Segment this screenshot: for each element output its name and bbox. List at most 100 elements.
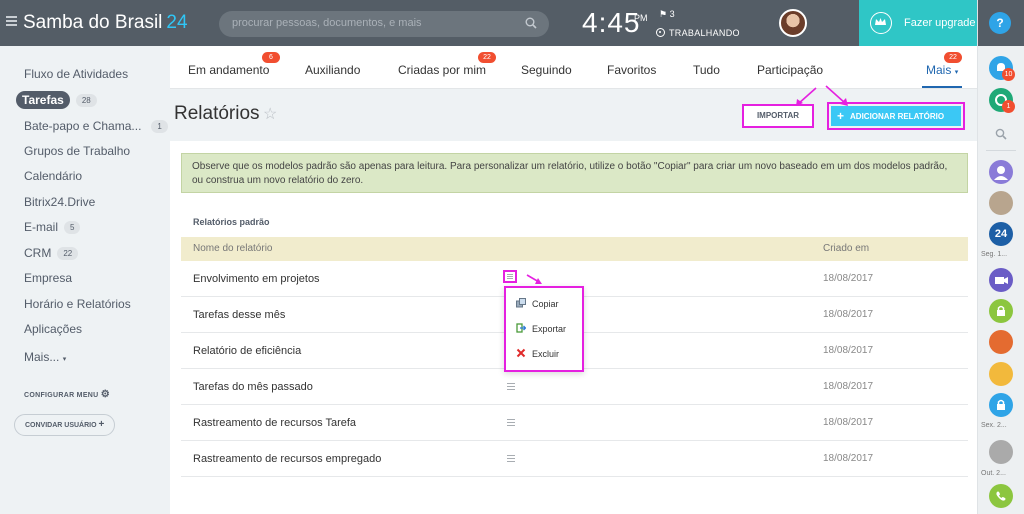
search-placeholder: procurar pessoas, documentos, e mais bbox=[232, 17, 422, 29]
tasks-count: 28 bbox=[75, 94, 97, 107]
report-date: 18/08/2017 bbox=[823, 309, 874, 320]
tab-participation[interactable]: Participação bbox=[757, 63, 823, 77]
column-header-name[interactable]: Nome do relatório bbox=[193, 243, 272, 254]
report-name[interactable]: Tarefas do mês passado bbox=[193, 381, 313, 393]
report-date: 18/08/2017 bbox=[823, 345, 874, 356]
close-icon bbox=[516, 348, 526, 358]
sidebar-item-activity[interactable]: Fluxo de Atividades bbox=[24, 67, 128, 81]
gear-icon: ⚙ bbox=[100, 389, 111, 400]
bitrix24-icon[interactable]: 24 bbox=[989, 222, 1013, 246]
row-menu-icon[interactable] bbox=[503, 270, 517, 283]
contact-avatar[interactable] bbox=[989, 362, 1013, 386]
table-row[interactable]: Rastreamento de recursos empregado 18/08… bbox=[181, 441, 968, 477]
invite-user-button[interactable]: CONVIDAR USUÁRIO + bbox=[14, 414, 116, 436]
tab-more[interactable]: Mais ▾ 22 bbox=[922, 52, 963, 88]
configure-menu-button[interactable]: CONFIGURAR MENU ⚙ bbox=[24, 389, 110, 400]
report-date: 18/08/2017 bbox=[823, 381, 874, 392]
column-header-created[interactable]: Criado em bbox=[823, 243, 869, 254]
row-menu-icon[interactable] bbox=[507, 419, 515, 426]
flag-icon: ⚑ bbox=[659, 9, 668, 19]
tab-assisting[interactable]: Auxiliando bbox=[305, 63, 360, 77]
tab-following[interactable]: Seguindo bbox=[521, 63, 572, 77]
report-date: 18/08/2017 bbox=[823, 273, 874, 284]
contact-avatar[interactable] bbox=[989, 440, 1013, 464]
page-title: Relatórios bbox=[174, 103, 260, 124]
sidebar-item-more[interactable]: Mais... ▾ bbox=[24, 350, 66, 364]
contact-avatar[interactable] bbox=[989, 160, 1013, 184]
tab-badge: 22 bbox=[478, 52, 496, 63]
contact-avatar[interactable] bbox=[989, 191, 1013, 215]
tab-favorites[interactable]: Favoritos bbox=[607, 63, 656, 77]
sidebar-item-chat[interactable]: Bate-papo e Chama... 1 bbox=[24, 119, 168, 133]
section-title: Relatórios padrão bbox=[193, 217, 270, 227]
active-tab-underline bbox=[922, 86, 963, 88]
plus-icon: + bbox=[837, 109, 845, 123]
report-name[interactable]: Rastreamento de recursos empregado bbox=[193, 453, 381, 465]
clock[interactable]: 4:45 PM bbox=[582, 7, 648, 39]
row-context-menu: Copiar Exportar Excluir bbox=[504, 286, 584, 372]
sidebar-item-company[interactable]: Empresa bbox=[24, 271, 72, 285]
sidebar-item-time-reports[interactable]: Horário e Relatórios bbox=[24, 297, 131, 311]
help-button[interactable]: ? bbox=[989, 12, 1011, 34]
chat-badge: 1 bbox=[1002, 100, 1015, 113]
report-name[interactable]: Tarefas desse mês bbox=[193, 309, 285, 321]
search-input[interactable]: procurar pessoas, documentos, e mais bbox=[219, 11, 549, 37]
menu-icon[interactable] bbox=[6, 16, 17, 26]
sidebar-item-workgroups[interactable]: Grupos de Trabalho bbox=[24, 144, 130, 158]
notifications-badge: 10 bbox=[1002, 68, 1015, 81]
sidebar-item-drive[interactable]: Bitrix24.Drive bbox=[24, 195, 95, 209]
user-avatar[interactable] bbox=[779, 9, 807, 37]
tab-badge: 6 bbox=[262, 52, 280, 63]
report-name[interactable]: Envolvimento em projetos bbox=[193, 273, 320, 285]
lock-icon[interactable] bbox=[989, 393, 1013, 417]
sidebar-item-email[interactable]: E-mail 5 bbox=[24, 220, 81, 234]
phone-icon[interactable] bbox=[989, 484, 1013, 508]
row-menu-icon[interactable] bbox=[507, 455, 515, 462]
annotation-arrow bbox=[825, 85, 848, 106]
work-status[interactable]: TRABALHANDO bbox=[656, 28, 740, 38]
tab-all[interactable]: Tudo bbox=[693, 63, 720, 77]
lock-icon[interactable] bbox=[989, 299, 1013, 323]
crown-icon bbox=[870, 12, 892, 34]
table-row[interactable]: Rastreamento de recursos Tarefa 18/08/20… bbox=[181, 405, 968, 441]
tab-badge: 22 bbox=[944, 52, 962, 63]
star-icon[interactable]: ☆ bbox=[263, 104, 277, 124]
menu-item-copy[interactable]: Copiar bbox=[516, 298, 559, 309]
tab-in-progress[interactable]: Em andamento 6 bbox=[188, 52, 280, 77]
report-name[interactable]: Rastreamento de recursos Tarefa bbox=[193, 417, 356, 429]
upgrade-button[interactable]: Fazer upgrade bbox=[859, 0, 977, 46]
status-icon bbox=[656, 28, 665, 37]
flag-count: ⚑ 3 bbox=[659, 9, 675, 19]
search-icon[interactable] bbox=[995, 128, 1007, 140]
report-date: 18/08/2017 bbox=[823, 417, 874, 428]
right-rail: ? 10 1 24 Seg. 1... Sex. 2... Out. 2... bbox=[977, 0, 1024, 514]
chevron-down-icon: ▾ bbox=[62, 356, 67, 363]
tab-created-by-me[interactable]: Criadas por mim 22 bbox=[398, 52, 496, 77]
menu-item-delete[interactable]: Excluir bbox=[516, 348, 559, 359]
annotation-arrow bbox=[796, 87, 817, 106]
contact-avatar[interactable] bbox=[989, 330, 1013, 354]
task-tabs: Em andamento 6 Auxiliando Criadas por mim… bbox=[170, 46, 977, 89]
table-row[interactable]: Tarefas do mês passado 18/08/2017 bbox=[181, 369, 968, 405]
report-name[interactable]: Relatório de eficiência bbox=[193, 345, 301, 357]
sidebar-item-tasks[interactable]: Tarefas 28 bbox=[16, 91, 97, 109]
main-content: Em andamento 6 Auxiliando Criadas por mim… bbox=[170, 46, 977, 514]
top-header: Samba do Brasil 24 procurar pessoas, docu… bbox=[0, 0, 977, 46]
menu-item-export[interactable]: Exportar bbox=[516, 323, 566, 334]
annotation-arrow bbox=[526, 274, 542, 284]
copy-icon bbox=[516, 298, 526, 308]
table-header: Nome do relatório Criado em bbox=[181, 237, 968, 261]
search-icon[interactable] bbox=[525, 17, 537, 29]
divider bbox=[986, 150, 1016, 151]
brand-logo[interactable]: Samba do Brasil 24 bbox=[23, 12, 188, 34]
sidebar-item-apps[interactable]: Aplicações bbox=[24, 322, 82, 336]
sidebar-item-crm[interactable]: CRM 22 bbox=[24, 246, 79, 260]
chevron-down-icon: ▾ bbox=[954, 69, 959, 76]
report-date: 18/08/2017 bbox=[823, 453, 874, 464]
plus-icon: + bbox=[98, 419, 105, 430]
video-icon[interactable] bbox=[989, 268, 1013, 292]
sidebar-item-calendar[interactable]: Calendário bbox=[24, 169, 82, 183]
page-header: Relatórios ☆ IMPORTAR + ADICIONAR RELATÓR… bbox=[170, 89, 977, 141]
export-icon bbox=[516, 323, 526, 333]
row-menu-icon[interactable] bbox=[507, 383, 515, 390]
